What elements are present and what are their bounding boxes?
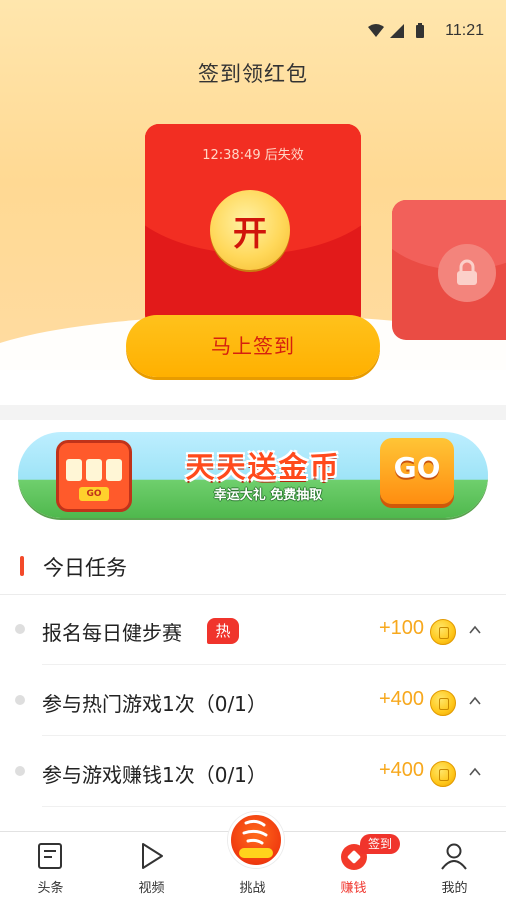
task-reward: +100 bbox=[378, 617, 424, 639]
banner-title: 天天送金币 bbox=[185, 450, 341, 484]
section-title: 今日任务 bbox=[43, 556, 127, 580]
task-dot-icon bbox=[15, 766, 25, 776]
chevron-up-icon[interactable] bbox=[468, 623, 482, 637]
task-dot-icon bbox=[15, 695, 25, 705]
row-divider bbox=[42, 735, 506, 736]
hot-badge: 热 bbox=[207, 618, 239, 644]
today-tasks-header: 今日任务 bbox=[0, 538, 506, 594]
status-icons bbox=[368, 23, 424, 38]
nav-label: 挑战 bbox=[239, 881, 266, 896]
coin-icon bbox=[430, 619, 456, 645]
nav-label: 赚钱 bbox=[340, 881, 367, 896]
task-reward: +400 bbox=[378, 759, 424, 781]
chevron-up-icon[interactable] bbox=[468, 694, 482, 708]
nav-item-video[interactable]: 视频 bbox=[101, 832, 202, 901]
profile-icon bbox=[441, 843, 467, 870]
signal-icon bbox=[390, 24, 404, 38]
page-title: 签到领红包 bbox=[198, 62, 308, 86]
challenge-icon[interactable] bbox=[228, 812, 284, 868]
task-row[interactable]: 报名每日健步赛 热 +100 bbox=[0, 595, 506, 665]
row-divider bbox=[42, 664, 506, 665]
slot-machine-icon: GO bbox=[56, 440, 132, 512]
nav-item-headlines[interactable]: 头条 bbox=[0, 832, 101, 901]
task-label: 参与热门游戏1次（0/1） bbox=[42, 692, 267, 716]
news-icon bbox=[38, 843, 62, 869]
coin-icon bbox=[430, 690, 456, 716]
task-label: 参与游戏赚钱1次（0/1） bbox=[42, 763, 267, 787]
nav-item-profile[interactable]: 我的 bbox=[404, 832, 505, 901]
task-row[interactable]: 参与热门游戏1次（0/1） +400 bbox=[0, 666, 506, 736]
red-envelope[interactable]: 12:38:49 后失效 开 bbox=[145, 124, 361, 329]
locked-envelope[interactable] bbox=[392, 200, 506, 340]
battery-icon bbox=[416, 25, 424, 38]
nav-label: 视频 bbox=[138, 881, 165, 896]
status-bar: 11:21 bbox=[0, 0, 506, 60]
section-accent-bar bbox=[20, 556, 24, 576]
task-row[interactable]: 参与游戏赚钱1次（0/1） +400 bbox=[0, 737, 506, 807]
row-divider bbox=[42, 806, 506, 807]
envelope-timer: 12:38:49 后失效 bbox=[202, 148, 304, 163]
hero-section: 11:21 签到领红包 12:38:49 后失效 开 马上签到 bbox=[0, 0, 506, 405]
signin-badge: 签到 bbox=[360, 834, 401, 854]
nav-label: 头条 bbox=[37, 881, 64, 896]
chevron-up-icon[interactable] bbox=[468, 765, 482, 779]
task-reward: +400 bbox=[378, 688, 424, 710]
content-panel: GO 天天送金币 幸运大礼 免费抽取 GO 今日任务 报名每日健步赛 热 +10… bbox=[0, 420, 506, 831]
banner-subtitle: 幸运大礼 免费抽取 bbox=[213, 488, 323, 503]
coin-lottery-banner[interactable]: GO 天天送金币 幸运大礼 免费抽取 GO bbox=[18, 432, 488, 518]
challenge-tag bbox=[239, 848, 273, 858]
nav-label: 我的 bbox=[441, 881, 468, 896]
task-dot-icon bbox=[15, 624, 25, 634]
play-icon bbox=[142, 843, 163, 869]
banner-go-button[interactable]: GO bbox=[380, 438, 454, 504]
slot-go-label: GO bbox=[79, 487, 109, 501]
status-time: 11:21 bbox=[445, 22, 484, 39]
signin-button[interactable]: 马上签到 bbox=[126, 315, 380, 377]
coin-icon bbox=[430, 761, 456, 787]
wifi-icon bbox=[368, 24, 384, 37]
task-label: 报名每日健步赛 bbox=[42, 621, 182, 645]
lock-icon bbox=[438, 244, 496, 302]
open-envelope-button[interactable]: 开 bbox=[210, 190, 290, 270]
